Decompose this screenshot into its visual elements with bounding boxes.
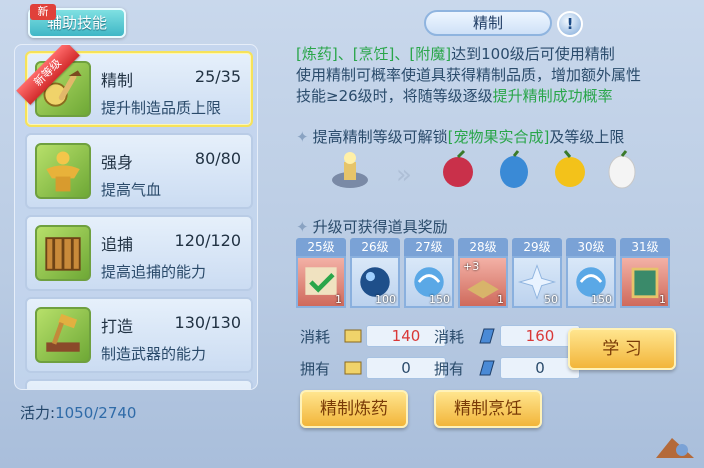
check-book-icon: 1: [296, 256, 346, 308]
reward-level: 26级: [350, 238, 400, 256]
skill-desc: 提高气血: [101, 181, 162, 199]
arrow-right-icon: »: [396, 160, 412, 190]
unlock-highlight: [宠物果实合成]: [447, 128, 550, 146]
skill-desc: 制造武器的能力: [101, 345, 207, 363]
vitality-label: 活力:: [20, 404, 56, 422]
skill-page: 辅助技能 新 新等级 精制 25/35 提升制造品质上限 强身 80/80 提高…: [0, 0, 704, 468]
star-crystal-icon: 50: [512, 256, 562, 308]
reward-section-title: ✦ 升级可获得道具奖励: [296, 216, 448, 237]
desc-highlight: [炼药]、[烹饪]、[附魔]: [296, 45, 452, 63]
scroll-icon: [342, 357, 364, 379]
skill-name: 追捕: [101, 235, 134, 254]
reward-count: 1: [497, 293, 504, 306]
ornate-box-icon: 1: [620, 256, 670, 308]
reward-level: 25级: [296, 238, 346, 256]
reward-item[interactable]: 31级 1: [620, 238, 670, 308]
desc-highlight: 提升精制成功概率: [492, 87, 613, 105]
reward-item[interactable]: 29级 50: [512, 238, 562, 308]
crystal-card-icon: [476, 325, 498, 347]
own-label: 拥有: [300, 360, 331, 378]
refine-alchemy-button[interactable]: 精制炼药: [300, 390, 408, 428]
reward-item[interactable]: 25级 1: [296, 238, 346, 308]
fountain-icon: [328, 148, 372, 192]
vitality-display: 活力:1050/2740: [20, 402, 136, 423]
skill-level: 80/80: [194, 149, 241, 168]
carpet-icon: +3 1: [458, 256, 508, 308]
reward-count: 150: [429, 293, 450, 306]
consume-label: 消耗: [434, 328, 465, 346]
reward-item[interactable]: 30级 150: [566, 238, 616, 308]
decorative-ornament-icon: [652, 432, 698, 462]
fruit-row: »: [328, 148, 648, 196]
desc-text: 使用精制可概率使道具获得精制品质，增加额外属性: [296, 66, 642, 84]
reward-level: 29级: [512, 238, 562, 256]
reward-count: 50: [544, 293, 558, 306]
refine-cooking-button[interactable]: 精制烹饪: [434, 390, 542, 428]
new-badge: 新: [30, 4, 56, 20]
desc-text: 技能≥26级时，将随等级逐级: [296, 87, 493, 105]
help-icon[interactable]: !: [557, 11, 583, 37]
skill-name: 精制: [101, 71, 134, 90]
reward-level: 31级: [620, 238, 670, 256]
reward-item[interactable]: 26级 100: [350, 238, 400, 308]
reward-level: 30级: [566, 238, 616, 256]
hammer-anvil-icon: [35, 307, 91, 363]
yellow-fruit-icon: [548, 148, 592, 192]
skill-name: 强身: [101, 153, 134, 172]
skill-desc: 提升制造品质上限: [101, 99, 222, 117]
consume-label: 消耗: [300, 328, 331, 346]
skill-card-fitness[interactable]: 强身 80/80 提高气血: [25, 133, 253, 209]
skill-desc: 提高追捕的能力: [101, 263, 207, 281]
skill-card-capture[interactable]: 追捕 120/120 提高追捕的能力: [25, 215, 253, 291]
skill-level: 25/35: [194, 67, 241, 86]
swirl-orb-icon: 150: [566, 256, 616, 308]
reward-plus: +3: [463, 260, 480, 273]
reward-strip[interactable]: 25级 1 26级 100 27级 150 28级 +3 1 29级 50 30…: [296, 238, 682, 310]
reward-item[interactable]: 27级 150: [404, 238, 454, 308]
crystal-card-icon: [476, 357, 498, 379]
reward-count: 150: [591, 293, 612, 306]
skill-level: 120/120: [174, 231, 241, 250]
sparkle-icon: ✦: [296, 218, 309, 236]
reward-count: 100: [375, 293, 396, 306]
red-fruit-icon: [436, 148, 480, 192]
own-label: 拥有: [434, 360, 465, 378]
skill-name: 打造: [101, 317, 134, 336]
reward-level: 28级: [458, 238, 508, 256]
reward-count: 1: [659, 293, 666, 306]
unlock-text: 及等级上限: [549, 128, 625, 146]
learn-button[interactable]: 学 习: [568, 328, 676, 370]
reward-item[interactable]: 28级 +3 1: [458, 238, 508, 308]
skill-card-forging[interactable]: 打造 130/130 制造武器的能力: [25, 297, 253, 373]
vitality-value: 1050/2740: [55, 404, 137, 422]
reward-title: 升级可获得道具奖励: [312, 218, 448, 236]
reward-level: 27级: [404, 238, 454, 256]
scroll-icon: [342, 325, 364, 347]
skill-card-refine[interactable]: 新等级 精制 25/35 提升制造品质上限: [16, 45, 253, 127]
white-fruit-icon: [600, 148, 644, 192]
skill-card-partial[interactable]: [25, 379, 253, 389]
skill-list[interactable]: 新等级 精制 25/35 提升制造品质上限 强身 80/80 提高气血 追捕 1…: [14, 44, 258, 390]
muscle-man-icon: [35, 143, 91, 199]
unlock-section-title: ✦ 提高精制等级可解锁[宠物果实合成]及等级上限: [296, 126, 624, 147]
detail-description: [炼药]、[烹饪]、[附魔]达到100级后可使用精制 使用精制可概率使道具获得精…: [296, 44, 692, 107]
blue-fruit-icon: [492, 148, 536, 192]
blue-orb-icon: 100: [350, 256, 400, 308]
swirl-orb-icon: 150: [404, 256, 454, 308]
detail-title: 精制: [424, 10, 552, 36]
cage-icon: [35, 225, 91, 281]
unlock-text: 提高精制等级可解锁: [312, 128, 448, 146]
sparkle-icon: ✦: [296, 128, 309, 146]
skill-level: 130/130: [174, 313, 241, 332]
desc-text: 达到100级后可使用精制: [451, 45, 615, 63]
reward-count: 1: [335, 293, 342, 306]
